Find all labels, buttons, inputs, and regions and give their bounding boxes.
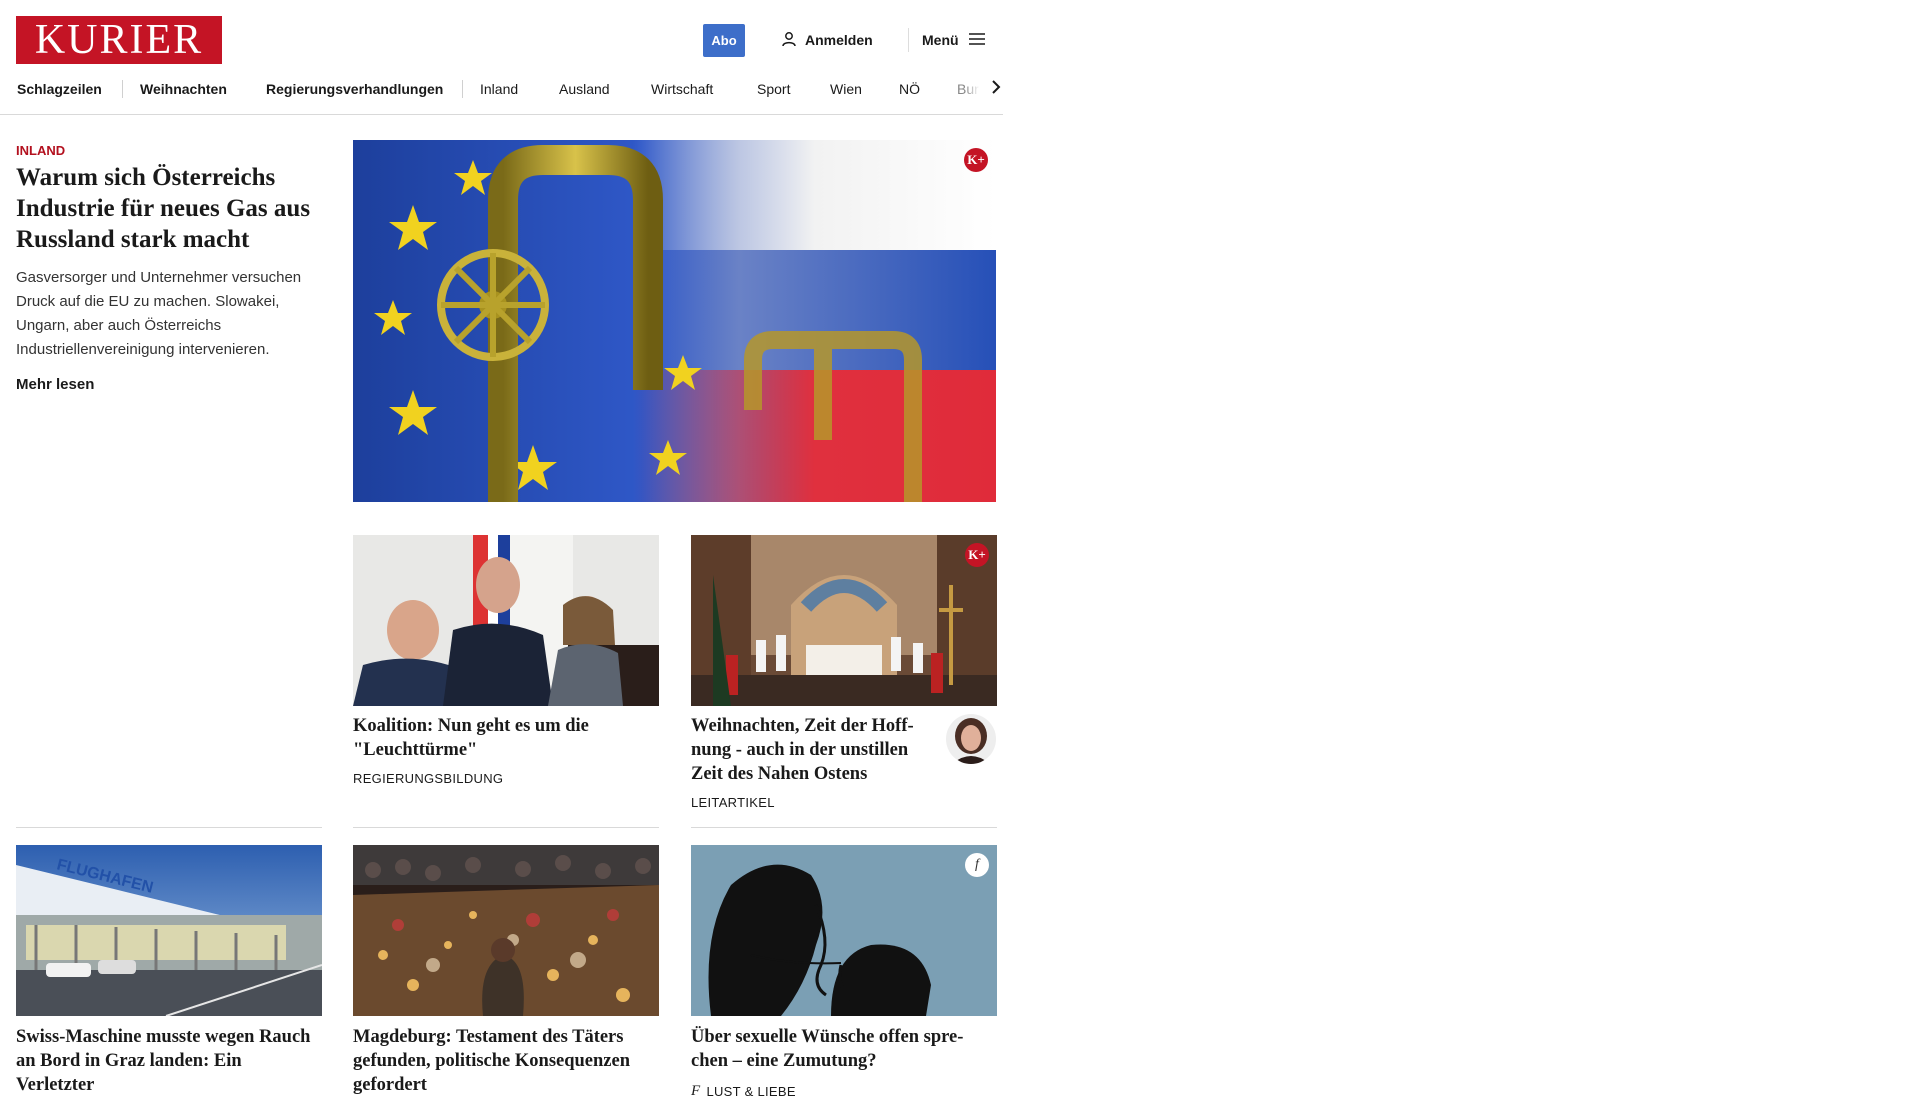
card-1-title[interactable]: Koalition: Nun geht es um die "Leuchttür… <box>353 714 659 762</box>
nav-scroll-right-button[interactable] <box>965 74 1001 104</box>
divider <box>691 827 997 828</box>
page: KURIER Abo Anmelden Menü Schlagzeilen We… <box>0 0 1003 1099</box>
menu-button[interactable]: Menü <box>922 29 985 51</box>
card-1-image[interactable] <box>353 535 659 706</box>
hamburger-icon <box>968 32 985 49</box>
kurier-logo[interactable]: KURIER <box>16 16 222 64</box>
abo-button[interactable]: Abo <box>703 24 745 57</box>
nav-item-wien[interactable]: Wien <box>830 74 862 104</box>
card-5-image[interactable]: f <box>691 845 997 1016</box>
lead-title[interactable]: Warum sich Österreichs Industrie für neu… <box>16 162 322 255</box>
card-5-tag-label: LUST & LIEBE <box>706 1084 796 1099</box>
card-2-tag[interactable]: LEITARTIKEL <box>691 795 775 810</box>
card-5-tag[interactable]: f LUST & LIEBE <box>691 1083 796 1100</box>
freizeit-badge: f <box>965 853 989 877</box>
nav-item-weihnachten[interactable]: Weihnachten <box>140 74 227 104</box>
nav-item-inland[interactable]: Inland <box>480 74 518 104</box>
divider <box>16 827 322 828</box>
section-nav: Schlagzeilen Weihnachten Regierungsverha… <box>0 74 1003 115</box>
kplus-badge: K+ <box>964 148 988 172</box>
freizeit-icon: f <box>691 1083 701 1099</box>
card-2-title[interactable]: Weihnachten, Zeit der Hoff-nung - auch i… <box>691 714 936 786</box>
menu-label: Menü <box>922 32 959 48</box>
nav-item-sport[interactable]: Sport <box>757 74 790 104</box>
read-more-link[interactable]: Mehr lesen <box>16 376 94 393</box>
lead-description: Gasversorger und Unternehmer versuchen D… <box>16 269 302 358</box>
lead-kicker[interactable]: INLAND <box>16 143 65 158</box>
nav-item-wirtschaft[interactable]: Wirtschaft <box>651 74 713 104</box>
nav-item-regierungsverhandlungen[interactable]: Regierungsverhandlungen <box>266 74 443 104</box>
kplus-badge: K+ <box>965 543 989 567</box>
chevron-right-icon <box>991 79 1001 100</box>
nav-item-ausland[interactable]: Ausland <box>559 74 610 104</box>
card-1-tag[interactable]: REGIERUNGSBILDUNG <box>353 771 503 786</box>
divider <box>353 827 659 828</box>
card-3-image[interactable]: FLUGHAFEN <box>16 845 322 1016</box>
card-5-title[interactable]: Über sexuelle Wünsche offen spre-chen – … <box>691 1025 997 1073</box>
lead-image[interactable]: K+ <box>353 140 996 502</box>
author-avatar[interactable] <box>946 714 996 764</box>
header-divider <box>908 28 909 52</box>
user-icon <box>781 31 797 50</box>
nav-divider <box>462 80 463 98</box>
nav-divider <box>122 80 123 98</box>
card-2-image[interactable]: K+ <box>691 535 997 706</box>
login-button[interactable]: Anmelden <box>781 29 873 51</box>
card-3-title[interactable]: Swiss-Maschine musste wegen Rauch an Bor… <box>16 1025 322 1097</box>
nav-item-noe[interactable]: NÖ <box>899 74 920 104</box>
login-label: Anmelden <box>805 32 873 48</box>
card-4-title[interactable]: Magdeburg: Testament des Täters gefunden… <box>353 1025 659 1097</box>
nav-item-schlagzeilen[interactable]: Schlagzeilen <box>17 74 102 104</box>
card-4-image[interactable] <box>353 845 659 1016</box>
